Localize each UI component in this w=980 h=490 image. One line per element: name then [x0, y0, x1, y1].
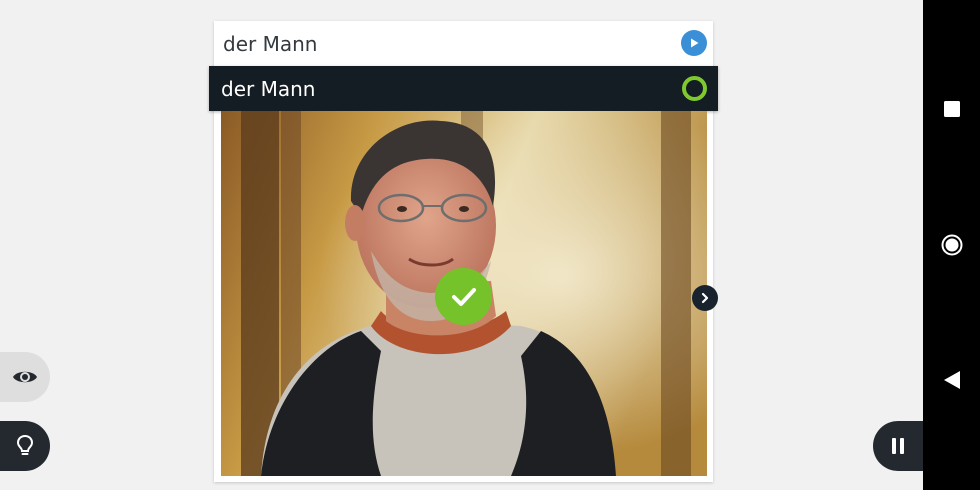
lightbulb-icon: [16, 434, 34, 455]
pause-button[interactable]: [873, 421, 923, 471]
next-button[interactable]: [692, 285, 718, 311]
system-nav-bar: [923, 0, 980, 490]
play-icon: [691, 38, 699, 48]
prompt-word: der Mann: [223, 32, 318, 56]
answer-bar[interactable]: der Mann: [209, 66, 718, 111]
checkmark-icon: [451, 287, 476, 306]
back-button[interactable]: [923, 350, 980, 410]
triangle-back-icon: [943, 371, 960, 389]
circle-icon: [941, 234, 962, 256]
square-icon: [943, 101, 960, 117]
reveal-button[interactable]: [0, 352, 50, 402]
pause-icon: [892, 438, 904, 454]
answer-word: der Mann: [221, 77, 316, 101]
recents-button[interactable]: [923, 79, 980, 139]
play-audio-button[interactable]: [681, 30, 707, 56]
home-button[interactable]: [923, 215, 980, 275]
chevron-right-icon: [701, 292, 709, 304]
hint-button[interactable]: [0, 421, 50, 471]
progress-ring-icon: [682, 76, 707, 101]
eye-icon: [13, 371, 37, 383]
prompt-row: der Mann: [214, 21, 713, 66]
correct-badge: [435, 268, 492, 325]
